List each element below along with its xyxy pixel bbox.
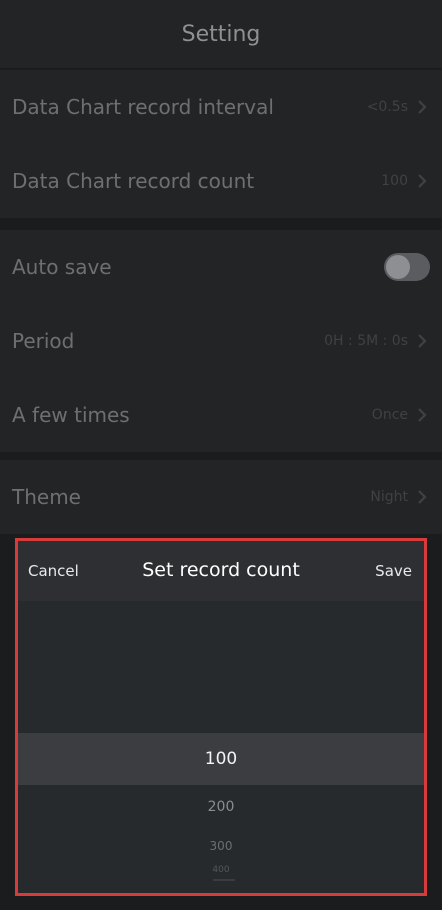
few-times-row[interactable]: A few times Once [0, 378, 442, 452]
picker-fade-line [213, 879, 235, 881]
picker-option-selected[interactable]: 100 [18, 749, 424, 769]
chevron-right-icon [414, 489, 430, 505]
picker-option[interactable]: 300 [18, 839, 424, 853]
theme-value: Night [370, 489, 408, 505]
auto-save-group: Auto save Period 0H : 5M : 0s A few time… [0, 230, 442, 452]
record-interval-label: Data Chart record interval [12, 95, 274, 119]
chevron-right-icon [414, 407, 430, 423]
picker-option[interactable]: 400 [18, 865, 424, 875]
toggle-knob [386, 255, 410, 279]
auto-save-toggle[interactable] [384, 253, 430, 281]
picker-title: Set record count [142, 559, 300, 581]
auto-save-label: Auto save [12, 255, 112, 279]
chart-settings-group: Data Chart record interval <0.5s Data Ch… [0, 70, 442, 218]
record-count-label: Data Chart record count [12, 169, 255, 193]
theme-row[interactable]: Theme Night [0, 460, 442, 534]
page-header: Setting [0, 0, 442, 68]
chevron-right-icon [414, 173, 430, 189]
record-interval-row[interactable]: Data Chart record interval <0.5s [0, 70, 442, 144]
page-title: Setting [181, 21, 261, 47]
period-label: Period [12, 329, 75, 353]
chevron-right-icon [414, 333, 430, 349]
picker-option[interactable]: 200 [18, 799, 424, 815]
chevron-right-icon [414, 99, 430, 115]
few-times-label: A few times [12, 403, 130, 427]
record-count-value: 100 [381, 173, 408, 189]
period-row[interactable]: Period 0H : 5M : 0s [0, 304, 442, 378]
theme-group: Theme Night [0, 460, 442, 534]
theme-label: Theme [12, 485, 81, 509]
picker-wheel[interactable]: 100 200 300 400 [18, 601, 424, 893]
record-interval-value: <0.5s [366, 99, 408, 115]
few-times-value: Once [371, 407, 408, 423]
auto-save-row: Auto save [0, 230, 442, 304]
save-button[interactable]: Save [375, 562, 412, 580]
record-count-row[interactable]: Data Chart record count 100 [0, 144, 442, 218]
period-value: 0H : 5M : 0s [324, 333, 408, 349]
record-count-picker-sheet: Cancel Set record count Save 100 200 300… [15, 538, 427, 896]
picker-header: Cancel Set record count Save [18, 541, 424, 601]
